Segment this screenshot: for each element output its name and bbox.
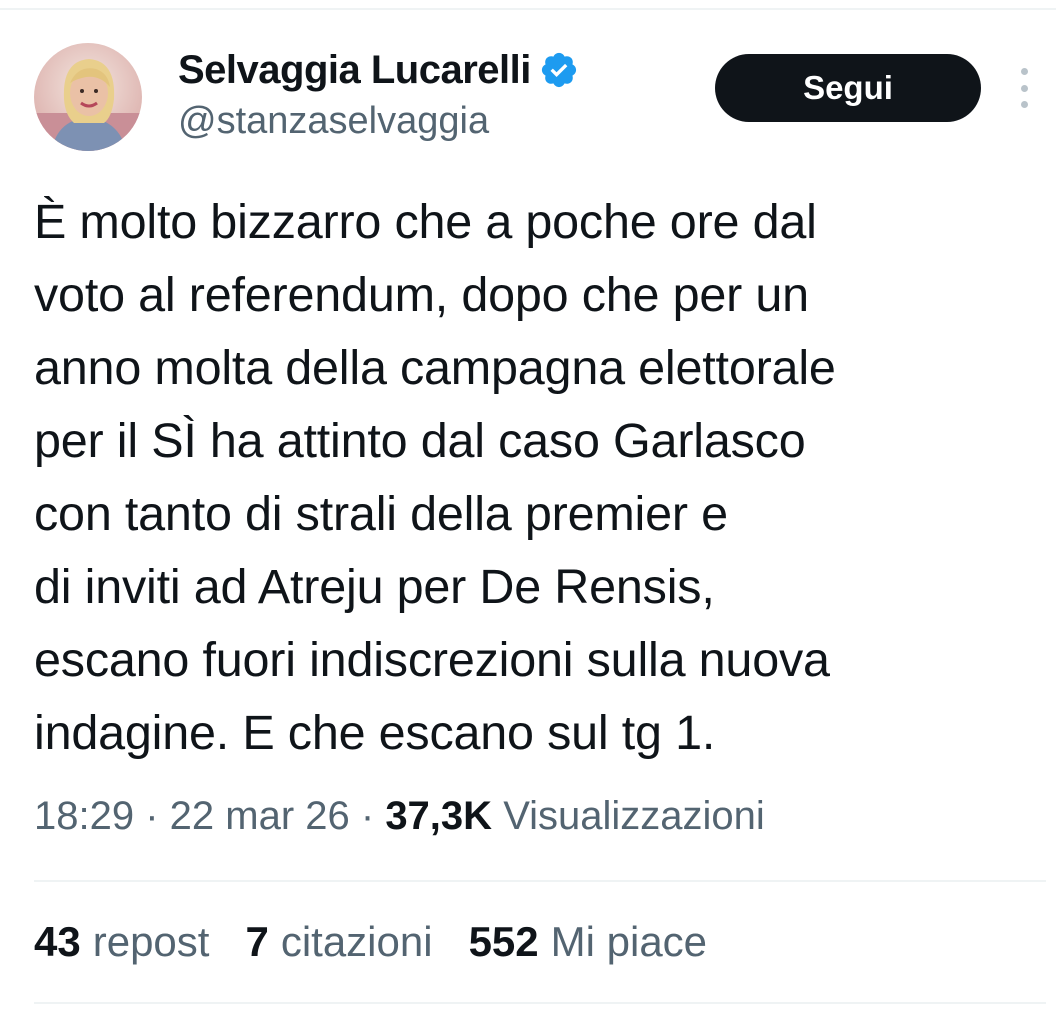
views-count: 37,3K [385,794,493,838]
quotes-count: 7 [245,918,269,965]
tweet-line: anno molta della campagna elettorale [34,341,836,395]
avatar[interactable] [34,43,142,151]
reposts-count: 43 [34,918,81,965]
tweet-line: escano fuori indiscrezioni sulla nuova [34,633,830,687]
meta-separator: · [134,794,170,838]
likes-stat[interactable]: 552 Mi piace [469,918,707,966]
author-display-name[interactable]: Selvaggia Lucarelli [178,48,531,93]
meta-separator: · [349,794,386,838]
author-name-row[interactable]: Selvaggia Lucarelli [178,44,579,96]
tweet-line: per il SÌ ha attinto dal caso Garlasco [34,414,806,468]
tweet-date[interactable]: 22 mar 26 [170,794,350,838]
tweet-metadata: 18:29 · 22 mar 26 · 37,3K Visualizzazion… [34,794,765,839]
follow-button[interactable]: Segui [715,54,981,122]
author-handle[interactable]: @stanzaselvaggia [178,100,489,143]
likes-label: Mi piace [550,918,708,965]
tweet-line: voto al referendum, dopo che per un [34,268,809,322]
divider [34,1002,1046,1004]
tweet-line: di inviti ad Atreju per De Rensis, [34,560,715,614]
quotes-label: citazioni [280,918,433,965]
top-divider [0,8,1056,10]
views-label: Visualizzazioni [503,794,765,838]
quotes-stat[interactable]: 7 citazioni [245,918,432,966]
tweet-line: indagine. E che escano sul tg 1. [34,706,716,760]
likes-count: 552 [468,918,539,965]
tweet-line: È molto bizzarro che a poche ore dal [34,195,817,249]
tweet-page: Selvaggia Lucarelli @stanzaselvaggia Seg… [0,0,1056,1022]
tweet-time[interactable]: 18:29 [34,794,134,838]
verified-badge-icon[interactable] [539,50,579,90]
engagement-stats: 43 repost 7 citazioni 552 Mi piace [34,918,707,966]
tweet-text: È molto bizzarro che a poche ore dal vot… [34,186,1044,770]
more-options-icon[interactable] [1012,68,1036,108]
reposts-label: repost [92,918,210,965]
divider [34,880,1046,882]
reposts-stat[interactable]: 43 repost [34,918,209,966]
tweet-line: con tanto di strali della premier e [34,487,728,541]
